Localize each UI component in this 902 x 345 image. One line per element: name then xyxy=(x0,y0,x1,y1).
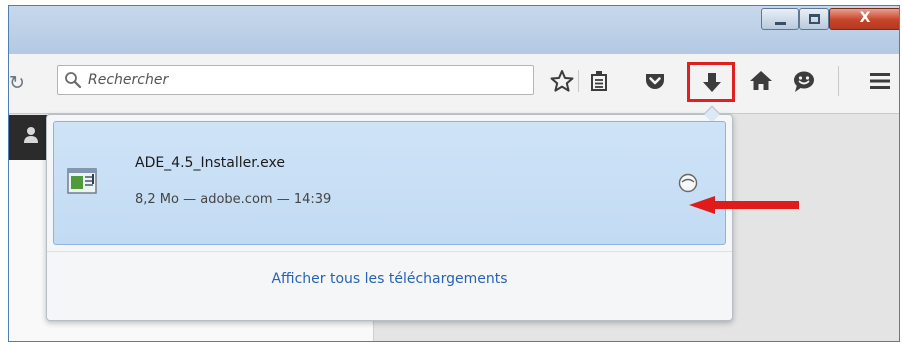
minimize-button[interactable] xyxy=(761,8,799,30)
close-button[interactable]: X xyxy=(829,8,899,30)
close-icon: X xyxy=(859,10,871,26)
browser-window: X ↻ Rechercher ADE_4.5_Installer.exe 8,2… xyxy=(8,5,900,342)
download-file-name: ADE_4.5_Installer.exe xyxy=(135,155,285,171)
search-input[interactable] xyxy=(88,70,518,90)
toolbar-separator xyxy=(578,70,579,92)
home-icon[interactable] xyxy=(748,68,774,94)
chat-icon[interactable] xyxy=(791,68,817,94)
download-details: 8,2 Mo — adobe.com — 14:39 xyxy=(135,192,332,207)
minimize-icon xyxy=(775,22,786,25)
search-icon xyxy=(65,72,82,89)
installer-file-icon xyxy=(67,168,97,194)
search-bar[interactable] xyxy=(57,65,534,95)
hamburger-menu-icon[interactable] xyxy=(867,68,893,94)
show-all-downloads-link[interactable]: Afficher tous les téléchargements xyxy=(47,271,732,287)
pocket-icon[interactable] xyxy=(642,68,668,94)
user-icon xyxy=(24,127,38,143)
toolbar-separator xyxy=(838,66,839,96)
downloads-panel: ADE_4.5_Installer.exe 8,2 Mo — adobe.com… xyxy=(46,105,733,321)
annotation-arrow-icon xyxy=(689,196,799,214)
download-item[interactable]: ADE_4.5_Installer.exe 8,2 Mo — adobe.com… xyxy=(53,121,726,245)
reading-list-icon[interactable] xyxy=(586,68,612,94)
download-arrow-icon xyxy=(703,73,721,92)
maximize-button[interactable] xyxy=(799,8,829,30)
retry-icon[interactable] xyxy=(678,173,698,193)
title-bar: X xyxy=(9,6,899,54)
panel-divider xyxy=(47,251,732,252)
reload-icon[interactable]: ↻ xyxy=(9,72,25,94)
star-icon[interactable] xyxy=(549,68,575,94)
downloads-button[interactable] xyxy=(687,62,735,102)
maximize-icon xyxy=(809,14,820,24)
navigation-toolbar: ↻ xyxy=(9,54,899,114)
